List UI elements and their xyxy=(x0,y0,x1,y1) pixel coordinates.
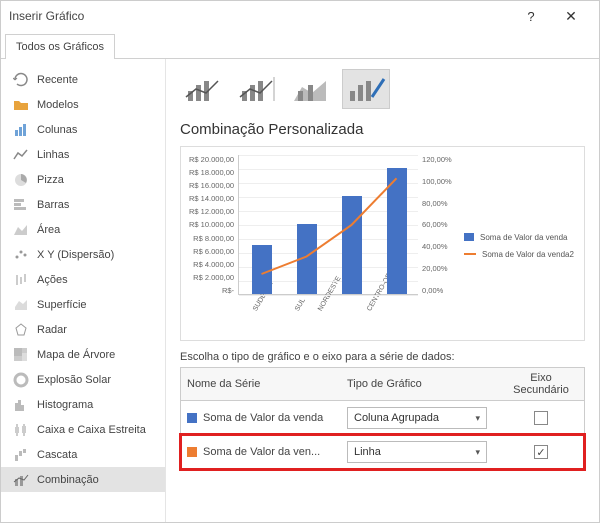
sidebar-item-label: Linhas xyxy=(37,149,69,161)
series-row: Soma de Valor da venda Coluna Agrupada▾ xyxy=(181,401,584,435)
close-button[interactable]: ✕ xyxy=(551,8,591,25)
chart-preview: R$ 20.000,00R$ 18.000,00R$ 16.000,00R$ 1… xyxy=(180,146,585,341)
chart-type-sidebar: Recente Modelos Colunas Linhas Pizza Bar… xyxy=(1,59,166,522)
chart-legend: Soma de Valor da venda Soma de Valor da … xyxy=(456,155,576,336)
sidebar-item-area[interactable]: Área xyxy=(1,217,165,242)
line-chart-icon xyxy=(13,147,29,163)
sunburst-icon xyxy=(13,372,29,388)
sidebar-item-label: Mapa de Árvore xyxy=(37,349,115,361)
series-row: Soma de Valor da ven... Linha▾ ✓ xyxy=(181,435,584,469)
recent-icon xyxy=(13,72,29,88)
help-button[interactable]: ? xyxy=(511,9,551,24)
sidebar-item-label: Combinação xyxy=(37,474,99,486)
sidebar-item-bars[interactable]: Barras xyxy=(1,192,165,217)
thumb-clustered-column-line[interactable] xyxy=(180,69,228,109)
thumb-custom-combo[interactable] xyxy=(342,69,390,109)
tab-strip: Todos os Gráficos xyxy=(1,31,599,59)
series-name-label: Soma de Valor da ven... xyxy=(203,446,320,458)
sidebar-item-label: Explosão Solar xyxy=(37,374,111,386)
area-chart-icon xyxy=(13,222,29,238)
plot-area: SUDESTE SUL NORDESTE CENTRO-OESTE xyxy=(238,155,418,295)
col-series-name: Nome da Série xyxy=(181,374,341,394)
series-color-swatch xyxy=(187,447,197,457)
sidebar-item-scatter[interactable]: X Y (Dispersão) xyxy=(1,242,165,267)
sidebar-item-waterfall[interactable]: Cascata xyxy=(1,442,165,467)
sidebar-item-label: Histograma xyxy=(37,399,93,411)
series-instruction: Escolha o tipo de gráfico e o eixo para … xyxy=(180,351,585,363)
treemap-icon xyxy=(13,347,29,363)
sidebar-item-label: Área xyxy=(37,224,60,236)
bar-chart-icon xyxy=(13,197,29,213)
thumb-clustered-column-line-secondary[interactable] xyxy=(234,69,282,109)
sidebar-item-label: X Y (Dispersão) xyxy=(37,249,114,261)
sidebar-item-sunburst[interactable]: Explosão Solar xyxy=(1,367,165,392)
col-secondary-axis: Eixo Secundário xyxy=(501,368,581,400)
sidebar-item-stock[interactable]: Ações xyxy=(1,267,165,292)
sidebar-item-radar[interactable]: Radar xyxy=(1,317,165,342)
titlebar: Inserir Gráfico ? ✕ xyxy=(1,1,599,31)
x-axis-labels: SUDESTE SUL NORDESTE CENTRO-OESTE xyxy=(239,295,418,302)
main-panel: Combinação Personalizada R$ 20.000,00R$ … xyxy=(166,59,599,522)
sidebar-item-histogram[interactable]: Histograma xyxy=(1,392,165,417)
legend-swatch-line xyxy=(464,253,476,255)
col-chart-type: Tipo de Gráfico xyxy=(341,374,501,394)
subtype-title: Combinação Personalizada xyxy=(180,121,585,138)
sidebar-item-surface[interactable]: Superfície xyxy=(1,292,165,317)
sidebar-item-label: Colunas xyxy=(37,124,77,136)
sidebar-item-boxwhisker[interactable]: Caixa e Caixa Estreita xyxy=(1,417,165,442)
sidebar-item-label: Pizza xyxy=(37,174,64,186)
series-header-row: Nome da Série Tipo de Gráfico Eixo Secun… xyxy=(181,368,584,401)
series-config-grid: Nome da Série Tipo de Gráfico Eixo Secun… xyxy=(180,367,585,470)
pie-chart-icon xyxy=(13,172,29,188)
primary-y-axis: R$ 20.000,00R$ 18.000,00R$ 16.000,00R$ 1… xyxy=(189,155,238,295)
sidebar-item-lines[interactable]: Linhas xyxy=(1,142,165,167)
insert-chart-dialog: Inserir Gráfico ? ✕ Todos os Gráficos Re… xyxy=(0,0,600,523)
series-type-select[interactable]: Coluna Agrupada▾ xyxy=(347,407,487,429)
sidebar-item-recent[interactable]: Recente xyxy=(1,67,165,92)
secondary-axis-checkbox[interactable]: ✓ xyxy=(534,445,548,459)
series-type-select[interactable]: Linha▾ xyxy=(347,441,487,463)
sidebar-item-columns[interactable]: Colunas xyxy=(1,117,165,142)
window-title: Inserir Gráfico xyxy=(9,9,511,23)
thumb-stacked-area-column[interactable] xyxy=(288,69,336,109)
waterfall-icon xyxy=(13,447,29,463)
radar-chart-icon xyxy=(13,322,29,338)
secondary-axis-checkbox[interactable] xyxy=(534,411,548,425)
folder-icon xyxy=(13,97,29,113)
secondary-y-axis: 120,00%100,00%80,00%60,00%40,00%20,00%0,… xyxy=(418,155,452,295)
column-chart-icon xyxy=(13,122,29,138)
sidebar-item-templates[interactable]: Modelos xyxy=(1,92,165,117)
sidebar-item-combo[interactable]: Combinação xyxy=(1,467,165,492)
sidebar-item-label: Cascata xyxy=(37,449,77,461)
legend-swatch-bar xyxy=(464,233,474,241)
chevron-down-icon: ▾ xyxy=(475,447,480,458)
scatter-chart-icon xyxy=(13,247,29,263)
stock-chart-icon xyxy=(13,272,29,288)
sidebar-item-label: Caixa e Caixa Estreita xyxy=(37,424,146,436)
sidebar-item-treemap[interactable]: Mapa de Árvore xyxy=(1,342,165,367)
surface-chart-icon xyxy=(13,297,29,313)
box-whisker-icon xyxy=(13,422,29,438)
series-color-swatch xyxy=(187,413,197,423)
sidebar-item-pie[interactable]: Pizza xyxy=(1,167,165,192)
tab-all-charts[interactable]: Todos os Gráficos xyxy=(5,34,115,59)
sidebar-item-label: Recente xyxy=(37,74,78,86)
sidebar-item-label: Ações xyxy=(37,274,68,286)
sidebar-item-label: Radar xyxy=(37,324,67,336)
sidebar-item-label: Superfície xyxy=(37,299,87,311)
combo-chart-icon xyxy=(13,472,29,488)
series-name-label: Soma de Valor da venda xyxy=(203,412,323,424)
sidebar-item-label: Modelos xyxy=(37,99,79,111)
chevron-down-icon: ▾ xyxy=(475,413,480,424)
histogram-icon xyxy=(13,397,29,413)
sidebar-item-label: Barras xyxy=(37,199,69,211)
combo-subtype-thumbs xyxy=(180,69,585,109)
